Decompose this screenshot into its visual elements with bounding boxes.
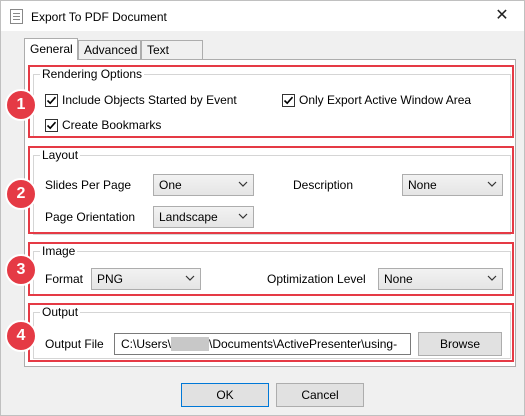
step-badge-4: 4 xyxy=(5,320,37,352)
step-badge-1: 1 xyxy=(5,89,37,121)
highlight-box-output xyxy=(28,303,514,362)
document-icon xyxy=(10,9,23,24)
close-button[interactable]: ✕ xyxy=(480,1,524,31)
tab-advanced[interactable]: Advanced xyxy=(78,40,141,59)
highlight-box-image xyxy=(28,242,514,296)
tab-text-style[interactable]: Text Style xyxy=(141,40,203,76)
ok-button[interactable]: OK xyxy=(181,383,269,407)
highlight-box-rendering xyxy=(28,65,514,138)
title-bar: Export To PDF Document ✕ xyxy=(1,1,524,31)
cancel-button[interactable]: Cancel xyxy=(276,383,364,407)
tab-general[interactable]: General xyxy=(24,38,78,60)
export-pdf-dialog: Export To PDF Document ✕ General Advance… xyxy=(0,0,525,416)
step-badge-3: 3 xyxy=(5,254,37,286)
window-title: Export To PDF Document xyxy=(31,10,167,24)
step-badge-2: 2 xyxy=(5,178,37,210)
highlight-box-layout xyxy=(28,146,514,234)
